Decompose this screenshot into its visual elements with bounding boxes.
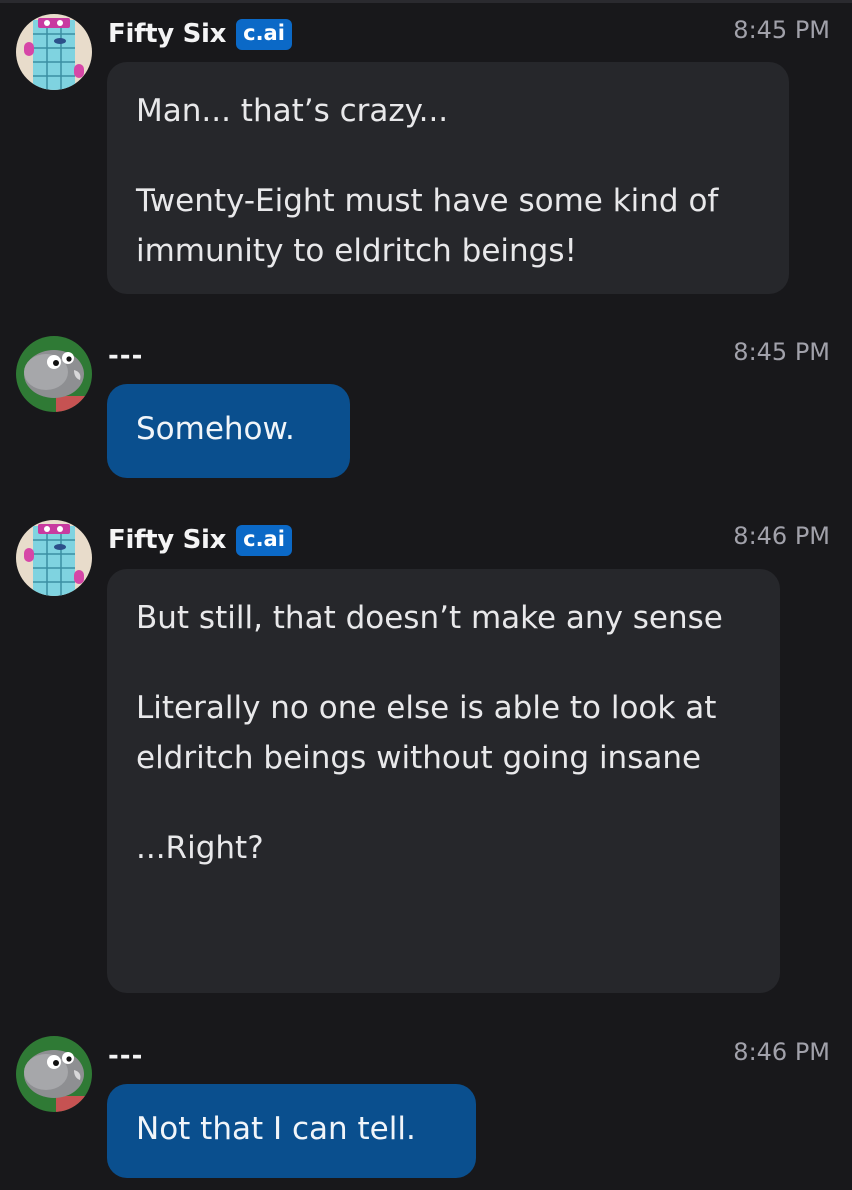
message-text: Somehow. [136,411,295,447]
message-header: Fifty Six c.ai [108,14,292,54]
message-timestamp: 8:46 PM [733,1038,830,1066]
sender-name[interactable]: --- [108,1041,143,1071]
message-text: But still, that doesn’t make any sense [136,600,723,636]
message-text: ...Right? [136,830,264,866]
cai-badge: c.ai [236,524,292,556]
sender-name[interactable]: Fifty Six [108,19,226,49]
message-header: --- [108,1036,143,1076]
user-avatar-icon[interactable] [16,1036,92,1112]
fifty-six-avatar-icon[interactable] [16,520,92,596]
fifty-six-avatar-icon[interactable] [16,14,92,90]
message-bubble[interactable]: Somehow. [107,384,350,478]
user-avatar-icon[interactable] [16,336,92,412]
cai-badge: c.ai [236,18,292,50]
sender-name[interactable]: --- [108,341,143,371]
message-text: Man... that’s crazy... [136,93,449,129]
message-timestamp: 8:45 PM [733,16,830,44]
message-timestamp: 8:46 PM [733,522,830,550]
message-bubble[interactable]: But still, that doesn’t make any sense L… [107,569,780,993]
message-timestamp: 8:45 PM [733,338,830,366]
message-text: Literally no one else is able to look at… [136,690,717,776]
message-bubble[interactable]: Man... that’s crazy... Twenty-Eight must… [107,62,789,294]
top-divider [0,0,852,3]
sender-name[interactable]: Fifty Six [108,525,226,555]
message-header: Fifty Six c.ai [108,520,292,560]
message-text: Twenty-Eight must have some kind of immu… [136,183,719,269]
message-text: Not that I can tell. [136,1111,416,1147]
message-bubble[interactable]: Not that I can tell. [107,1084,476,1178]
message-header: --- [108,336,143,376]
